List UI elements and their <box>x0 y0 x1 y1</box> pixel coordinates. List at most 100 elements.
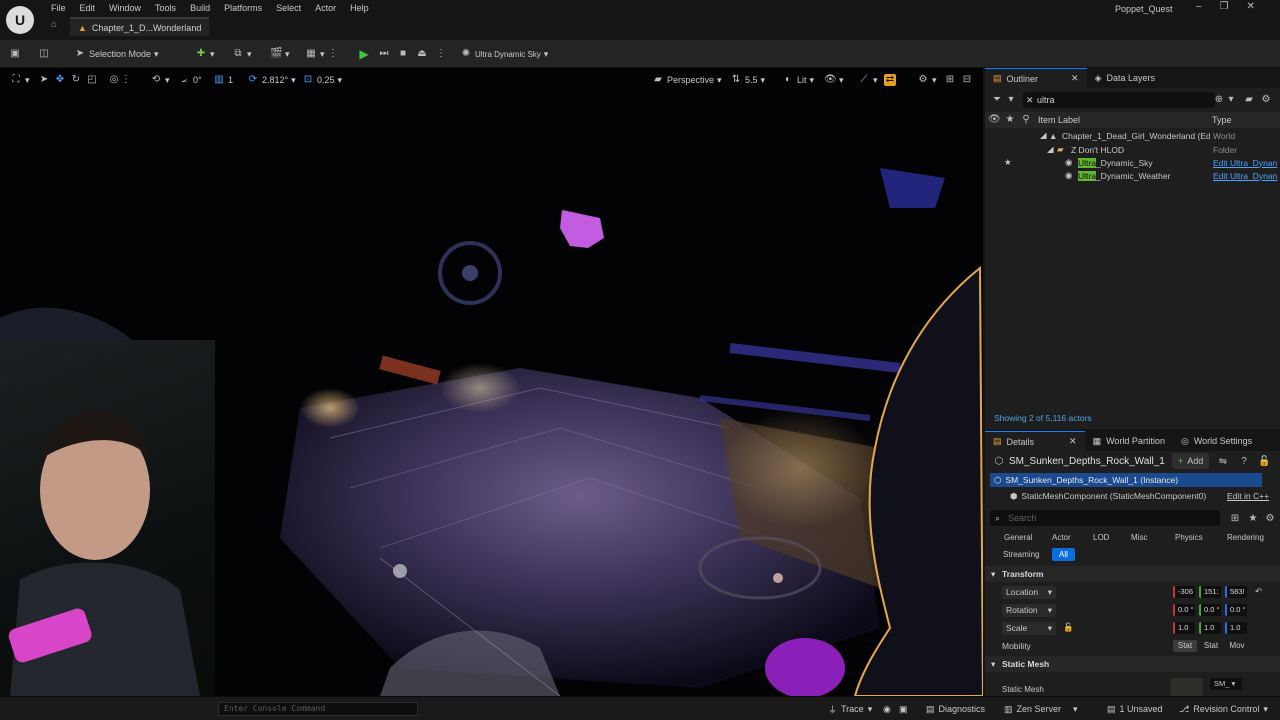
cinematics-button[interactable]: 🎬 ▾ <box>270 46 290 62</box>
menu-actor[interactable]: Actor <box>308 3 343 13</box>
sky-dropdown[interactable]: ✺ Ultra Dynamic Sky ▾ <box>460 46 549 62</box>
clear-search-icon[interactable]: ✕ <box>1026 95 1034 106</box>
filter-physics[interactable]: Physics <box>1168 531 1210 544</box>
select-tool-icon[interactable]: ➤ <box>38 72 50 88</box>
menu-select[interactable]: Select <box>269 3 308 13</box>
unsaved-button[interactable]: ▤ 1 Unsaved <box>1107 702 1163 716</box>
details-search-input[interactable]: ⌕ Search <box>990 510 1220 526</box>
performance-icon[interactable]: ⟋ ▾ <box>858 72 878 88</box>
play-button[interactable]: ▶ <box>358 46 370 62</box>
show-flags-icon[interactable]: 👁 ▾ <box>824 72 844 88</box>
filter-streaming[interactable]: Streaming <box>996 548 1046 561</box>
camera-speed[interactable]: ⟳ 2.812° ▾ <box>247 72 296 88</box>
edit-weather-link[interactable]: Edit Ultra_Dynan <box>1213 171 1279 181</box>
add-filter-icon[interactable]: ⊕ <box>1213 94 1225 106</box>
simulate-button[interactable]: ⏭ <box>378 46 390 62</box>
close-icon[interactable]: ✕ <box>1247 1 1255 12</box>
trace-button[interactable]: ⏚ Trace ▾ <box>828 702 872 716</box>
mobility-static[interactable]: Stat <box>1173 640 1197 652</box>
static-mesh-section[interactable]: ▾ Static Mesh <box>985 656 1280 672</box>
move-tool-icon[interactable]: ✥ <box>54 72 66 88</box>
diagnostics-button[interactable]: ▤ Diagnostics <box>926 702 985 716</box>
rotation-z-input[interactable]: 0.0 ° <box>1225 604 1247 616</box>
outliner-row-folder[interactable]: ◢ ▰ Z Don't HLOD Folder <box>985 143 1280 156</box>
scale-snap[interactable]: ▥ 1 <box>213 72 233 88</box>
location-y-input[interactable]: 151: <box>1199 586 1221 598</box>
outliner-search-input[interactable]: ✕ ultra <box>1023 92 1215 108</box>
menu-window[interactable]: Window <box>102 3 148 13</box>
add-component-button[interactable]: + Add <box>1172 453 1210 469</box>
details-settings-icon[interactable]: ⚙ <box>1264 513 1276 525</box>
world-local-icon[interactable]: ◎ <box>108 72 120 88</box>
location-x-input[interactable]: -306 <box>1173 586 1195 598</box>
settings-icon[interactable]: ⚙ <box>1260 94 1272 106</box>
filter-general[interactable]: General <box>997 531 1039 544</box>
blueprint-icon[interactable]: ⇋ <box>1217 456 1229 468</box>
rotation-dropdown[interactable]: Rotation ▾ <box>1002 604 1056 617</box>
item-label-header[interactable]: Item Label <box>1038 115 1080 125</box>
edit-cpp-link[interactable]: Edit in C++ <box>1227 491 1269 501</box>
menu-build[interactable]: Build <box>183 3 217 13</box>
more-options-icon[interactable]: ⋮ <box>327 46 339 62</box>
viewport-settings-icon[interactable]: ⚙ ▾ <box>917 72 937 88</box>
build-button[interactable]: ▦ ▾ <box>305 46 324 62</box>
lock-icon[interactable]: 🔓 <box>1258 456 1270 468</box>
tab-outliner[interactable]: ▤ Outliner ✕ <box>985 68 1087 88</box>
location-z-input[interactable]: 583! <box>1225 586 1247 598</box>
filter-misc[interactable]: Misc <box>1124 531 1154 544</box>
tab-world-settings[interactable]: ◎ World Settings <box>1173 431 1260 451</box>
pin-star-icon[interactable]: ★ <box>1004 114 1016 126</box>
selection-mode-dropdown[interactable]: ➤ Selection Mode ▾ <box>74 46 159 62</box>
outliner-row-sky[interactable]: ★ ◉ Ultra_Dynamic_Sky Edit Ultra_Dynan <box>985 156 1280 169</box>
grid-view-icon[interactable]: ⊞ <box>1229 513 1241 525</box>
lit-dropdown[interactable]: ◐ Lit ▾ <box>782 72 814 88</box>
close-icon[interactable]: ✕ <box>1071 73 1079 84</box>
reset-icon[interactable]: ↶ <box>1255 586 1262 597</box>
realtime-toggle-icon[interactable]: ⇄ <box>884 72 896 88</box>
outliner-row-world[interactable]: ◢ ▲ Chapter_1_Dead_Girl_Wonderland (Edi … <box>985 129 1280 142</box>
transform-section[interactable]: ▾ Transform <box>985 566 1280 582</box>
home-icon[interactable]: ⌂ <box>46 19 62 35</box>
blueprint-button[interactable]: ⧉ ▾ <box>232 46 251 62</box>
grid-snap[interactable]: ⊡ 0.25 ▾ <box>302 72 342 88</box>
component-row[interactable]: ⬢ StaticMeshComponent (StaticMeshCompone… <box>990 489 1280 503</box>
level-viewport[interactable] <box>0 68 983 696</box>
rotation-y-input[interactable]: 0.0 ° <box>1199 604 1221 616</box>
tab-data-layers[interactable]: ◈ Data Layers <box>1087 68 1163 88</box>
filter-chevron-icon[interactable]: ▾ <box>1005 94 1017 106</box>
restore-icon[interactable]: ❐ <box>1220 1 1229 12</box>
fov-dropdown[interactable]: ⇅ 5.5 ▾ <box>730 72 765 88</box>
screenshot-icon[interactable]: ▣ <box>899 702 908 716</box>
console-command-input[interactable]: Enter Console Command <box>218 702 418 716</box>
maximize-viewport-icon[interactable]: ⊟ <box>961 72 973 88</box>
filter-icon[interactable]: ⏷ <box>991 94 1003 106</box>
scale-lock-icon[interactable]: 🔓 <box>1063 622 1074 633</box>
pin-icon[interactable]: ⚲ <box>1020 114 1032 126</box>
viewport-options-icon[interactable]: ⛶ ▾ <box>10 72 30 88</box>
unreal-logo-icon[interactable]: U <box>6 6 34 34</box>
rotate-tool-icon[interactable]: ↻ <box>70 72 82 88</box>
new-folder-icon[interactable]: ▰ <box>1243 94 1255 106</box>
mesh-thumbnail[interactable] <box>1171 678 1203 696</box>
play-options-icon[interactable]: ⋮ <box>435 46 447 62</box>
scale-dropdown[interactable]: Scale ▾ <box>1002 622 1056 635</box>
scale-y-input[interactable]: 1.0 <box>1199 622 1221 634</box>
menu-platforms[interactable]: Platforms <box>217 3 269 13</box>
filter-actor[interactable]: Actor <box>1045 531 1078 544</box>
help-icon[interactable]: ? <box>1238 456 1250 468</box>
menu-file[interactable]: File <box>44 3 73 13</box>
favorite-star-icon[interactable]: ★ <box>1247 513 1259 525</box>
type-header[interactable]: Type <box>1212 115 1232 125</box>
record-icon[interactable]: ◉ <box>883 702 891 716</box>
tab-world-partition[interactable]: ▦ World Partition <box>1085 431 1173 451</box>
map-tab[interactable]: ▲ Chapter_1_D...Wonderland <box>70 17 210 36</box>
minimize-icon[interactable]: – <box>1196 1 1202 12</box>
content-browser-icon[interactable]: ◫ <box>38 46 50 62</box>
eject-button[interactable]: ⏏ <box>416 46 428 62</box>
scale-x-input[interactable]: 1.0 <box>1173 622 1195 634</box>
scale-tool-icon[interactable]: ◰ <box>86 72 98 88</box>
actor-name[interactable]: SM_Sunken_Depths_Rock_Wall_1 <box>1009 456 1165 467</box>
visibility-icon[interactable]: 👁 <box>988 114 1001 126</box>
add-chevron-icon[interactable]: ▾ <box>1225 94 1237 106</box>
edit-sky-link[interactable]: Edit Ultra_Dynan <box>1213 158 1279 168</box>
